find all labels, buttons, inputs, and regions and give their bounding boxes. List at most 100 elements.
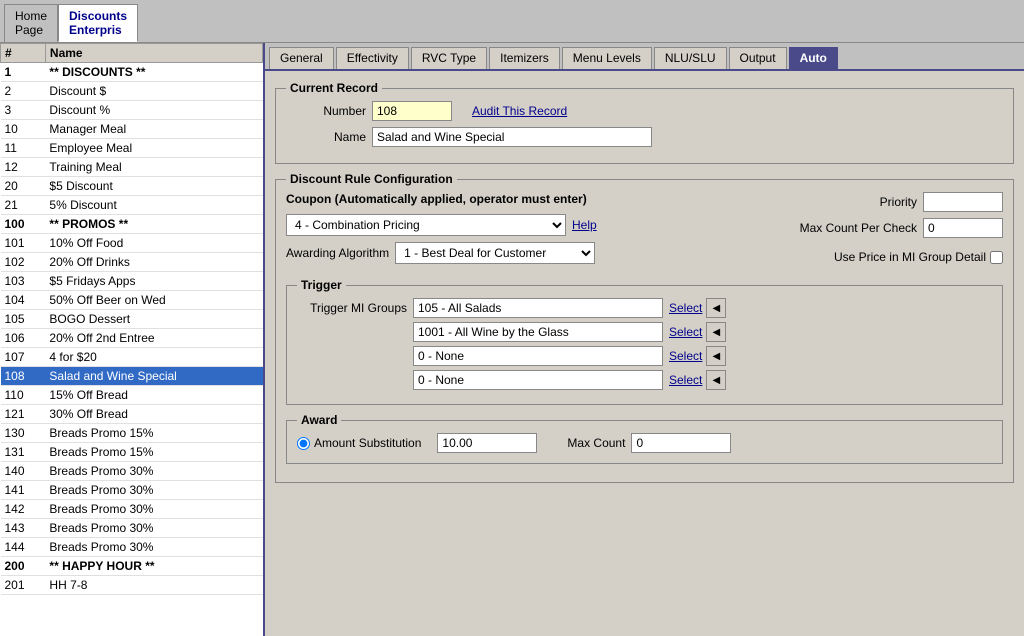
table-row[interactable]: 11015% Off Bread [1, 386, 263, 405]
trigger-arrow-btn-3[interactable]: ◀ [706, 370, 726, 390]
trigger-row: Select ◀ [297, 370, 992, 390]
tab-auto[interactable]: Auto [789, 47, 838, 69]
algorithm-select[interactable]: 1 - Best Deal for Customer 2 - Best Deal… [395, 242, 595, 264]
row-num: 142 [1, 500, 46, 519]
table-row[interactable]: 108Salad and Wine Special [1, 367, 263, 386]
row-name: Breads Promo 15% [45, 424, 262, 443]
trigger-section: Trigger Trigger MI Groups Select ◀ Selec… [286, 278, 1003, 405]
row-num: 12 [1, 158, 46, 177]
sidebar: # Name 1** DISCOUNTS **2Discount $3Disco… [0, 43, 265, 636]
number-label: Number [286, 104, 366, 118]
trigger-arrow-btn-1[interactable]: ◀ [706, 322, 726, 342]
audit-link[interactable]: Audit This Record [472, 104, 567, 118]
amount-sub-radio-label[interactable]: Amount Substitution [297, 436, 421, 450]
nav-tab-home[interactable]: HomePage [4, 4, 58, 42]
row-num: 130 [1, 424, 46, 443]
discount-rule-section: Discount Rule Configuration Coupon (Auto… [275, 172, 1014, 483]
priority-input[interactable] [923, 192, 1003, 212]
use-price-checkbox[interactable] [990, 251, 1003, 264]
trigger-input-3[interactable] [413, 370, 663, 390]
row-name: Employee Meal [45, 139, 262, 158]
row-num: 131 [1, 443, 46, 462]
max-count-check-input[interactable] [923, 218, 1003, 238]
row-name: Salad and Wine Special [45, 367, 262, 386]
row-num: 201 [1, 576, 46, 595]
row-num: 21 [1, 196, 46, 215]
row-num: 143 [1, 519, 46, 538]
row-num: 103 [1, 272, 46, 291]
table-row[interactable]: 215% Discount [1, 196, 263, 215]
algorithm-label: Awarding Algorithm [286, 246, 389, 260]
table-row[interactable]: 20$5 Discount [1, 177, 263, 196]
trigger-select-link-1[interactable]: Select [669, 325, 702, 339]
amount-input[interactable] [437, 433, 537, 453]
table-row[interactable]: 200** HAPPY HOUR ** [1, 557, 263, 576]
table-row[interactable]: 144Breads Promo 30% [1, 538, 263, 557]
use-price-label: Use Price in MI Group Detail [834, 250, 986, 264]
name-input[interactable] [372, 127, 652, 147]
trigger-input-2[interactable] [413, 346, 663, 366]
trigger-input-1[interactable] [413, 322, 663, 342]
row-num: 1 [1, 63, 46, 82]
table-row[interactable]: 10620% Off 2nd Entree [1, 329, 263, 348]
trigger-select-link-0[interactable]: Select [669, 301, 702, 315]
row-name: 4 for $20 [45, 348, 262, 367]
table-row[interactable]: 1** DISCOUNTS ** [1, 63, 263, 82]
award-max-count-input[interactable] [631, 433, 731, 453]
amount-sub-radio[interactable] [297, 437, 310, 450]
row-name: HH 7-8 [45, 576, 262, 595]
row-name: Breads Promo 30% [45, 462, 262, 481]
row-name: 20% Off Drinks [45, 253, 262, 272]
trigger-input-0[interactable] [413, 298, 663, 318]
table-row[interactable]: 105BOGO Dessert [1, 310, 263, 329]
row-num: 200 [1, 557, 46, 576]
number-input[interactable] [372, 101, 452, 121]
trigger-arrow-btn-0[interactable]: ◀ [706, 298, 726, 318]
award-section: Award Amount Substitution Max Count [286, 413, 1003, 464]
row-name: $5 Fridays Apps [45, 272, 262, 291]
row-name: Breads Promo 30% [45, 538, 262, 557]
row-name: 10% Off Food [45, 234, 262, 253]
tab-rvc-type[interactable]: RVC Type [411, 47, 487, 69]
table-row[interactable]: 1074 for $20 [1, 348, 263, 367]
table-row[interactable]: 201HH 7-8 [1, 576, 263, 595]
trigger-select-link-2[interactable]: Select [669, 349, 702, 363]
trigger-arrow-btn-2[interactable]: ◀ [706, 346, 726, 366]
tab-itemizers[interactable]: Itemizers [489, 47, 560, 69]
tab-nlu-slu[interactable]: NLU/SLU [654, 47, 727, 69]
help-link[interactable]: Help [572, 218, 597, 232]
amount-sub-label: Amount Substitution [314, 436, 421, 450]
table-row[interactable]: 142Breads Promo 30% [1, 500, 263, 519]
table-row[interactable]: 10220% Off Drinks [1, 253, 263, 272]
table-row[interactable]: 140Breads Promo 30% [1, 462, 263, 481]
table-row[interactable]: 103$5 Fridays Apps [1, 272, 263, 291]
row-name: Breads Promo 30% [45, 519, 262, 538]
row-num: 102 [1, 253, 46, 272]
tab-output[interactable]: Output [729, 47, 787, 69]
table-row[interactable]: 11Employee Meal [1, 139, 263, 158]
table-row[interactable]: 143Breads Promo 30% [1, 519, 263, 538]
tab-effectivity[interactable]: Effectivity [336, 47, 409, 69]
rule-config-title: Coupon (Automatically applied, operator … [286, 192, 783, 206]
table-row[interactable]: 10450% Off Beer on Wed [1, 291, 263, 310]
table-row[interactable]: 12130% Off Bread [1, 405, 263, 424]
table-row[interactable]: 130Breads Promo 15% [1, 424, 263, 443]
table-row[interactable]: 131Breads Promo 15% [1, 443, 263, 462]
current-record-legend: Current Record [286, 81, 382, 95]
table-row[interactable]: 12Training Meal [1, 158, 263, 177]
table-row[interactable]: 141Breads Promo 30% [1, 481, 263, 500]
table-row[interactable]: 2Discount $ [1, 82, 263, 101]
table-row[interactable]: 10Manager Meal [1, 120, 263, 139]
trigger-select-link-3[interactable]: Select [669, 373, 702, 387]
row-name: ** DISCOUNTS ** [45, 63, 262, 82]
tab-general[interactable]: General [269, 47, 334, 69]
row-name: ** HAPPY HOUR ** [45, 557, 262, 576]
tab-bar: General Effectivity RVC Type Itemizers M… [265, 43, 1024, 71]
current-record-section: Current Record Number Audit This Record … [275, 81, 1014, 164]
tab-menu-levels[interactable]: Menu Levels [562, 47, 652, 69]
table-row[interactable]: 100** PROMOS ** [1, 215, 263, 234]
nav-tab-discounts[interactable]: DiscountsEnterpris [58, 4, 138, 42]
pricing-type-select[interactable]: 1 - Simple Discount 2 - Complex Discount… [286, 214, 566, 236]
table-row[interactable]: 3Discount % [1, 101, 263, 120]
table-row[interactable]: 10110% Off Food [1, 234, 263, 253]
